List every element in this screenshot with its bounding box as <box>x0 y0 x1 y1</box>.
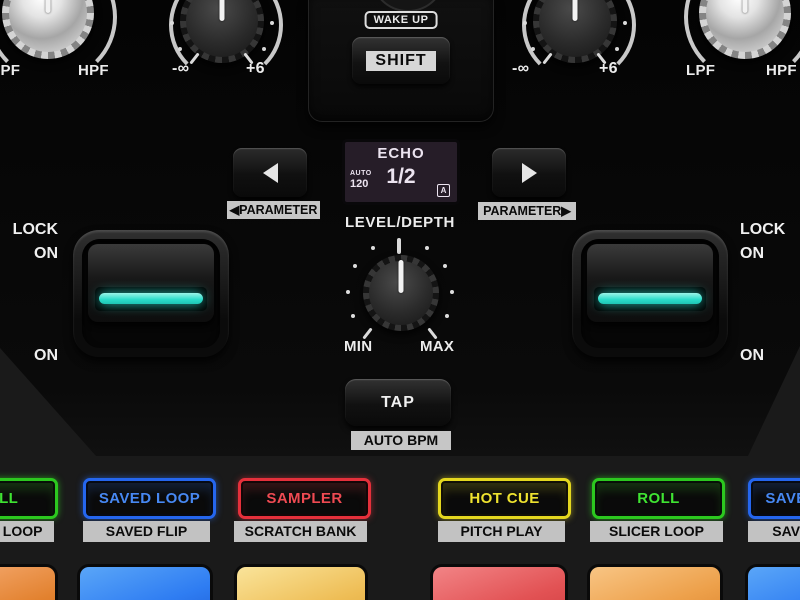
filter-left-min-label: LPF <box>0 62 21 79</box>
auto-bpm-label: AUTO BPM <box>351 431 451 450</box>
shift-label-slicer-loop-left: SLICER LOOP <box>0 521 54 542</box>
filter-left-max-label: HPF <box>78 62 109 79</box>
fx-display-assign-badge: A <box>437 184 450 197</box>
scale-dot <box>443 264 447 268</box>
shift-label-slicer-loop: SLICER LOOP <box>590 521 723 542</box>
tap-button[interactable]: TAP <box>345 379 451 426</box>
mode-button-sampler[interactable]: SAMPLER <box>238 478 371 519</box>
scale-dot <box>170 21 174 25</box>
parameter-left-button[interactable] <box>233 148 307 197</box>
shift-button-label: SHIFT <box>366 50 436 71</box>
paddle-left-lock-labels: LOCK ON <box>0 218 58 266</box>
mode-button-saved-loop[interactable]: SAVED LOOP <box>83 478 216 519</box>
scale-dot <box>615 47 619 51</box>
fx-display-effect-name: ECHO <box>377 145 425 162</box>
scale-dot <box>353 264 357 268</box>
performance-pad-orange[interactable] <box>590 567 720 600</box>
mode-button-roll[interactable]: ROLL <box>592 478 725 519</box>
scale-dot <box>270 21 274 25</box>
dj-controller-fx-section: LPF HPF -∞ +6 -∞ +6 LPF HPF WAKE UP SHI <box>0 0 800 600</box>
performance-pad-blue[interactable] <box>80 567 210 600</box>
arrow-left-icon <box>262 162 278 183</box>
scale-dot <box>623 21 627 25</box>
scale-dot <box>371 246 375 250</box>
performance-pad-red[interactable] <box>433 567 565 600</box>
performance-pad-blue-right[interactable] <box>748 567 800 600</box>
scale-dot <box>523 21 527 25</box>
gain-right-max-label: +6 <box>599 60 618 77</box>
scale-dot <box>425 246 429 250</box>
knob-pointer <box>572 0 578 21</box>
scale-dot <box>531 47 535 51</box>
paddle-right-on-label: ON <box>740 347 764 364</box>
knob-pointer <box>742 0 748 13</box>
mode-button-saved-loop-right[interactable]: SAVED LOOP <box>748 478 800 519</box>
shift-label-scratch-bank: SCRATCH BANK <box>234 521 367 542</box>
scale-dot <box>351 314 355 318</box>
tap-button-label: TAP <box>381 393 415 411</box>
performance-pad-orange-left[interactable] <box>0 567 55 600</box>
filter-right-max-label: HPF <box>766 62 797 79</box>
level-depth-title: LEVEL/DEPTH <box>345 214 455 231</box>
twelve-oclock-tick <box>397 238 401 254</box>
wake-up-label: WAKE UP <box>364 11 438 29</box>
scale-dot <box>178 47 182 51</box>
paddle-left-on-label: ON <box>34 347 58 364</box>
paddle-right-lock-labels: LOCK ON <box>740 218 798 266</box>
level-depth-knob[interactable] <box>363 255 439 331</box>
lock-on-label: ON <box>34 245 58 262</box>
gain-left-max-label: +6 <box>246 60 265 77</box>
knob-pointer <box>45 0 51 13</box>
parameter-right-label: PARAMETER▶ <box>478 202 576 220</box>
fx-paddle-left[interactable] <box>73 230 229 357</box>
level-depth-min-label: MIN <box>344 338 373 355</box>
mode-button-roll-left[interactable]: ROLL <box>0 478 58 519</box>
knob-pointer <box>219 0 225 21</box>
filter-right-min-label: LPF <box>686 62 716 79</box>
paddle-cyan-stripe <box>598 293 702 304</box>
lock-label: LOCK <box>12 221 58 238</box>
scale-dot <box>445 314 449 318</box>
center-raised-panel: WAKE UP SHIFT <box>308 0 494 122</box>
parameter-right-button[interactable] <box>492 148 566 197</box>
scale-dot <box>450 290 454 294</box>
performance-pad-gold[interactable] <box>237 567 365 600</box>
shift-label-saved-flip-right: SAVED FLIP <box>748 521 800 542</box>
scale-dot <box>346 290 350 294</box>
fx-paddle-right[interactable] <box>572 230 728 357</box>
gain-right-min-label: -∞ <box>512 60 530 77</box>
arrow-right-icon <box>521 162 537 183</box>
paddle-cyan-stripe <box>99 293 203 304</box>
lock-on-label: ON <box>740 245 764 262</box>
paddle-lever[interactable] <box>587 244 713 322</box>
paddle-slot <box>594 287 706 311</box>
scale-dot <box>262 47 266 51</box>
gain-left-min-label: -∞ <box>172 60 190 77</box>
level-depth-max-label: MAX <box>420 338 455 355</box>
lock-label: LOCK <box>740 221 786 238</box>
fx-display: ECHO AUTO 120 1/2 A <box>345 142 457 202</box>
knob-pointer <box>398 260 404 293</box>
parameter-left-label: ◀PARAMETER <box>227 201 320 219</box>
paddle-slot <box>95 287 207 311</box>
mode-button-hot-cue[interactable]: HOT CUE <box>438 478 571 519</box>
shift-button[interactable]: SHIFT <box>352 37 450 84</box>
paddle-lever[interactable] <box>88 244 214 322</box>
shift-label-pitch-play: PITCH PLAY <box>438 521 565 542</box>
shift-label-saved-flip: SAVED FLIP <box>83 521 210 542</box>
